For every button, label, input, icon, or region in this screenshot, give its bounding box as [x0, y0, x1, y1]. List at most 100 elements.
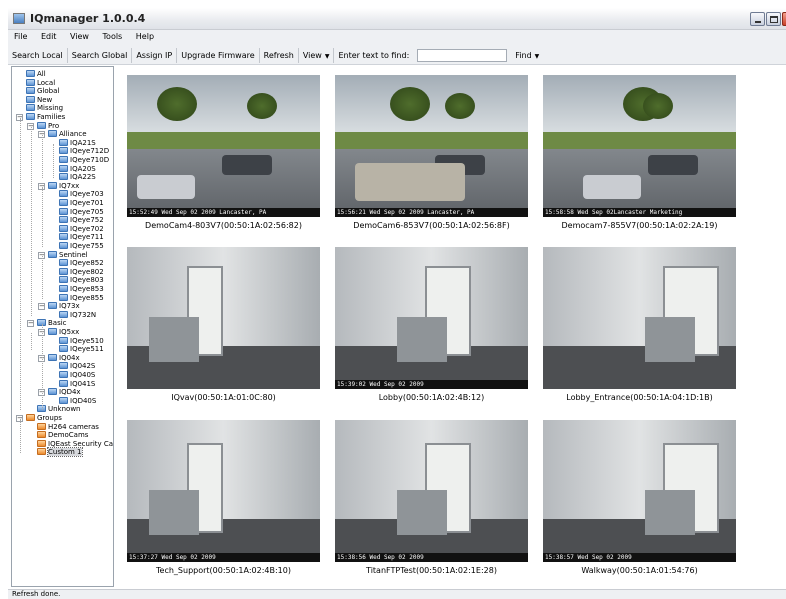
camera-folder-icon	[48, 388, 57, 396]
status-bar: Refresh done.	[8, 589, 786, 599]
tree-item-label: IQeye752	[70, 216, 104, 225]
tree-item-label: IQ73x	[59, 302, 80, 311]
find-input[interactable]	[417, 48, 508, 62]
camera-folder-icon	[59, 138, 68, 146]
camera-folder-icon	[59, 207, 68, 215]
menu-view[interactable]: View	[64, 30, 94, 41]
camera-caption: IQvav(00:50:1A:01:0C:80)	[171, 393, 276, 402]
tree-item-label: Custom 1	[47, 447, 83, 458]
tree-item-label: New	[37, 95, 53, 104]
camera-folder-icon	[48, 181, 57, 189]
search-local-button[interactable]: Search Local	[8, 47, 68, 63]
camera-grid: 15:52:49 Wed Sep 02 2009 Lancaster, PA De…	[118, 66, 786, 587]
camera-folder-icon	[59, 224, 68, 232]
camera-folder-icon	[59, 396, 68, 404]
tree	[643, 93, 673, 119]
car	[222, 155, 272, 175]
grass	[127, 131, 320, 149]
camera-thumbnail[interactable]: 15:56:21 Wed Sep 02 2009 Lancaster, PA	[335, 75, 528, 217]
camera-caption: Lobby(00:50:1A:02:4B:12)	[378, 393, 485, 402]
camera-thumbnail[interactable]: 15:39:02 Wed Sep 02 2009	[335, 247, 528, 389]
find-dropdown[interactable]: Find ▼	[511, 51, 543, 60]
camera-folder-icon	[59, 173, 68, 181]
camera-folder-icon	[26, 78, 35, 86]
refresh-button[interactable]: Refresh	[260, 47, 299, 63]
camera-thumbnail[interactable]: 15:52:49 Wed Sep 02 2009 Lancaster, PA	[127, 75, 320, 217]
camera-thumbnail[interactable]: 15:38:56 Wed Sep 02 2009	[335, 420, 528, 562]
camera-folder-icon	[26, 70, 35, 77]
tree-item-label: All	[37, 70, 46, 78]
tree-item-label: Basic	[48, 319, 67, 328]
tree-connector	[31, 333, 32, 351]
title-bar: IQmanager 1.0.0.4	[8, 8, 786, 30]
camera-folder-icon	[48, 130, 57, 138]
window-title: IQmanager 1.0.0.4	[30, 12, 146, 25]
camera-folder-icon	[59, 267, 68, 275]
tree-item[interactable]: Custom 1	[37, 447, 83, 458]
tree-item-label: IQeye511	[70, 345, 104, 354]
car	[583, 175, 641, 199]
menu-edit[interactable]: Edit	[35, 30, 62, 41]
tree-item-label: IQeye852	[70, 259, 104, 268]
camera-folder-icon	[59, 199, 68, 206]
camera-timestamp: 15:37:27 Wed Sep 02 2009	[127, 553, 320, 562]
tree-item-label: IQeye853	[70, 285, 104, 293]
camera-folder-icon	[59, 164, 68, 172]
cubicle	[645, 317, 695, 362]
tree-connector	[42, 186, 43, 247]
group-folder-icon	[26, 414, 35, 421]
grass	[335, 131, 528, 149]
collapse-toggle-icon[interactable]: −	[38, 303, 45, 311]
tree-item-label: DemoCams	[48, 431, 89, 440]
tree-item-label: IQ7xx	[59, 181, 80, 190]
tree-item-label: IQD4x	[59, 388, 81, 397]
tree-item-label: IQ5xx	[59, 328, 80, 336]
tree-connector	[42, 255, 43, 299]
camera-thumbnail[interactable]: 15:37:27 Wed Sep 02 2009	[127, 420, 320, 562]
device-tree[interactable]: All Local Global New Missing Families − Pro − All…	[11, 66, 114, 587]
camera-caption: Walkway(00:50:1A:01:54:76)	[581, 566, 698, 575]
tree-item-label: IQeye803	[70, 276, 104, 285]
menu-file[interactable]: File	[8, 30, 32, 41]
car	[648, 155, 698, 175]
camera-caption: TitanFTPTest(00:50:1A:02:1E:28)	[366, 566, 497, 575]
minimize-button[interactable]	[750, 12, 765, 26]
tree-item-label: Local	[37, 78, 56, 87]
upgrade-firmware-button[interactable]: Upgrade Firmware	[177, 47, 260, 63]
cubicle	[149, 490, 199, 535]
tree-item-label: IQeye703	[70, 190, 104, 199]
close-button[interactable]	[782, 12, 786, 26]
menu-tools[interactable]: Tools	[97, 30, 128, 41]
tree-item-label: H264 cameras	[48, 422, 99, 431]
camera-folder-icon	[26, 87, 35, 95]
camera-timestamp: 15:56:21 Wed Sep 02 2009 Lancaster, PA	[335, 208, 528, 217]
tree-item-label: IQeye702	[70, 224, 104, 233]
camera-folder-icon	[59, 190, 68, 198]
camera-timestamp: 15:58:58 Wed Sep 02Lancaster Marketing	[543, 208, 736, 217]
camera-thumbnail[interactable]: 15:58:58 Wed Sep 02Lancaster Marketing	[543, 75, 736, 217]
camera-folder-icon	[37, 121, 46, 129]
tree-item-label: IQeye855	[70, 293, 104, 302]
camera-thumbnail[interactable]: 15:38:57 Wed Sep 02 2009	[543, 420, 736, 562]
camera-folder-icon	[59, 276, 68, 284]
search-global-button[interactable]: Search Global	[68, 47, 133, 63]
menu-help[interactable]: Help	[130, 30, 159, 41]
chevron-down-icon: ▼	[534, 52, 540, 60]
tree-connector	[53, 143, 54, 179]
camera-thumbnail[interactable]	[543, 247, 736, 389]
group-folder-icon	[37, 431, 46, 439]
view-dropdown[interactable]: View ▼	[299, 47, 335, 63]
collapse-toggle-icon[interactable]: −	[27, 320, 34, 328]
tree-connector	[20, 118, 21, 411]
tree-item-label: IQ732N	[70, 310, 97, 319]
camera-thumbnail[interactable]	[127, 247, 320, 389]
tree-item-label: IQeye701	[70, 199, 104, 207]
assign-ip-button[interactable]: Assign IP	[132, 47, 178, 63]
tree-item-label: IQA20S	[70, 164, 96, 173]
camera-folder-icon	[59, 233, 68, 241]
find-prompt: Enter text to find:	[338, 50, 410, 60]
status-text: Refresh done.	[12, 590, 61, 598]
tree	[247, 93, 277, 119]
tree-item-label: IQeye755	[70, 242, 104, 250]
maximize-button[interactable]	[766, 12, 781, 26]
